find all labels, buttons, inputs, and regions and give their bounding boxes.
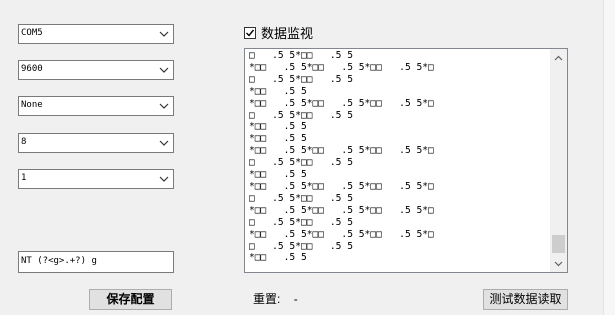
port-select[interactable]: COM5 [18,24,174,44]
scroll-up-button[interactable] [550,49,567,66]
data-monitor-textarea[interactable]: □ .5 5*□□ .5 5 *□□ .5 5*□□ .5 5*□□ .5 5*… [244,48,568,273]
vertical-scrollbar[interactable] [550,49,567,272]
regex-field[interactable] [18,251,174,273]
checkmark-icon [246,29,255,37]
scroll-down-button[interactable] [550,255,567,272]
data-monitor-checkbox[interactable] [244,26,256,39]
data-monitor-label: 数据监视 [261,26,314,41]
retry-value: - [293,292,298,306]
parity-value: None [21,100,43,110]
save-config-button[interactable]: 保存配置 [89,289,172,310]
baud-rate-value: 9600 [21,64,43,74]
retry-label: 重置: [253,292,281,306]
parity-select[interactable]: None [18,96,174,116]
chevron-down-icon [159,140,169,146]
stop-bits-value: 1 [21,173,27,183]
scroll-thumb[interactable] [552,235,565,253]
data-bits-select[interactable]: 8 [18,133,174,153]
data-bits-value: 8 [21,137,27,147]
stop-bits-select[interactable]: 1 [18,169,174,189]
port-value: COM5 [21,28,43,38]
chevron-down-icon [554,261,563,266]
chevron-down-icon [159,67,169,73]
monitor-content: □ .5 5*□□ .5 5 *□□ .5 5*□□ .5 5*□□ .5 5*… [249,50,434,264]
test-read-button[interactable]: 测试数据读取 [483,289,568,310]
chevron-down-icon [159,103,169,109]
baud-rate-select[interactable]: 9600 [18,60,174,80]
window-edge [603,0,615,315]
data-monitor-toggle[interactable]: 数据监视 [244,23,313,42]
chevron-down-icon [159,31,169,37]
regex-input[interactable] [19,252,171,270]
chevron-up-icon [554,55,563,60]
chevron-down-icon [159,176,169,182]
retry-status: 重置: - [253,290,298,307]
